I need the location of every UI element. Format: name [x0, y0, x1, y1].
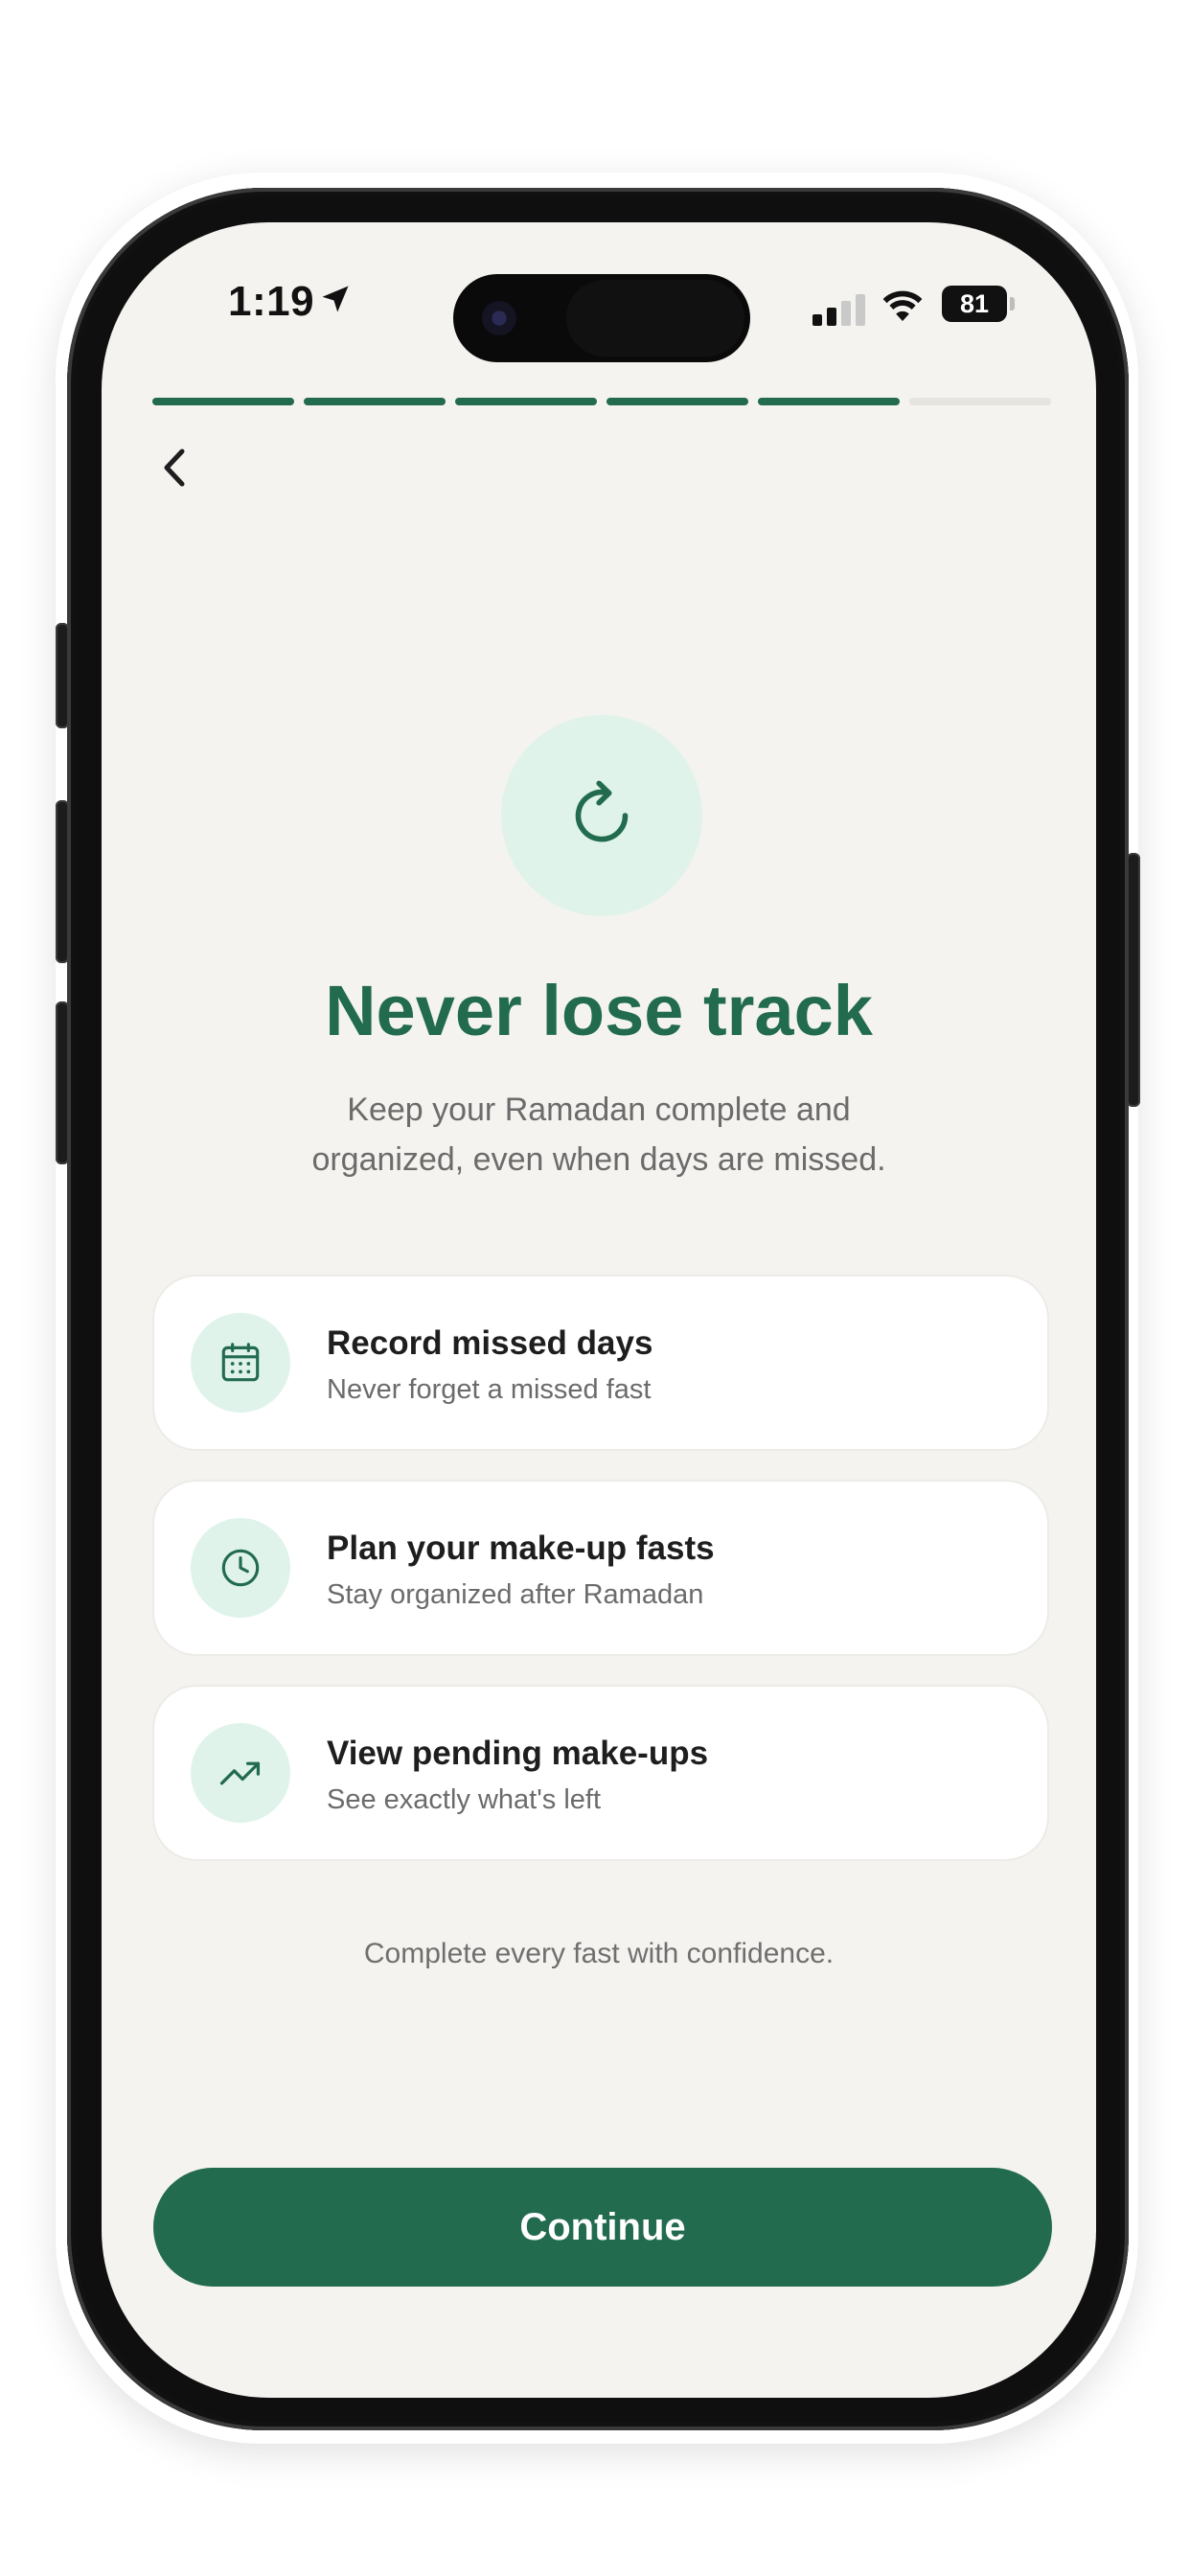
- wifi-icon: [882, 290, 923, 321]
- chevron-left-icon: [164, 448, 185, 487]
- location-arrow-icon: [322, 286, 349, 312]
- clock-icon: [221, 1549, 260, 1587]
- continue-button[interactable]: Continue: [153, 2168, 1052, 2287]
- dynamic-island: [453, 274, 750, 362]
- cellular-signal-icon: [812, 293, 868, 326]
- progress-segment: [909, 398, 1051, 405]
- page-subtitle: Keep your Ramadan complete and organized…: [311, 1092, 886, 1178]
- back-button[interactable]: [146, 439, 203, 496]
- onboarding-progress: [152, 398, 1051, 405]
- feature-card-plan-make-up-fasts: Plan your make-up fasts Stay organized a…: [154, 1482, 1047, 1654]
- feature-icon-circle: [191, 1313, 290, 1413]
- page-title: Never lose track: [325, 971, 873, 1050]
- feature-subtitle: Stay organized after Ramadan: [327, 1579, 704, 1610]
- feature-subtitle: Never forget a missed fast: [327, 1374, 652, 1405]
- front-camera: [482, 301, 516, 335]
- status-time: 1:19: [228, 278, 315, 325]
- feature-title: Plan your make-up fasts: [327, 1530, 715, 1567]
- progress-segment: [304, 398, 446, 405]
- progress-segment: [455, 398, 597, 405]
- calendar-icon: [221, 1343, 260, 1382]
- screen: 1:19 81 Never lose track Keep your Ramad…: [102, 222, 1096, 2398]
- footnote: Complete every fast with confidence.: [363, 1938, 835, 1969]
- island-sensor: [566, 280, 744, 356]
- battery-tip: [1010, 297, 1015, 310]
- hero-icon-circle: [501, 715, 702, 916]
- battery-indicator: 81: [942, 286, 1007, 322]
- refresh-icon: [575, 780, 629, 842]
- canvas: 1:19 81 Never lose track Keep your Ramad…: [0, 0, 1190, 2576]
- feature-card-view-pending-make-ups: View pending make-ups See exactly what's…: [154, 1687, 1047, 1859]
- feature-card-record-missed-days: Record missed days Never forget a missed…: [154, 1276, 1047, 1449]
- feature-title: Record missed days: [327, 1324, 653, 1362]
- feature-icon-circle: [191, 1518, 290, 1618]
- feature-title: View pending make-ups: [327, 1735, 709, 1772]
- trending-up-icon: [219, 1761, 261, 1785]
- feature-subtitle: See exactly what's left: [327, 1784, 602, 1815]
- progress-segment: [606, 398, 748, 405]
- feature-icon-circle: [191, 1723, 290, 1823]
- progress-segment: [152, 398, 294, 405]
- power-button: [1127, 853, 1140, 1107]
- progress-segment: [758, 398, 900, 405]
